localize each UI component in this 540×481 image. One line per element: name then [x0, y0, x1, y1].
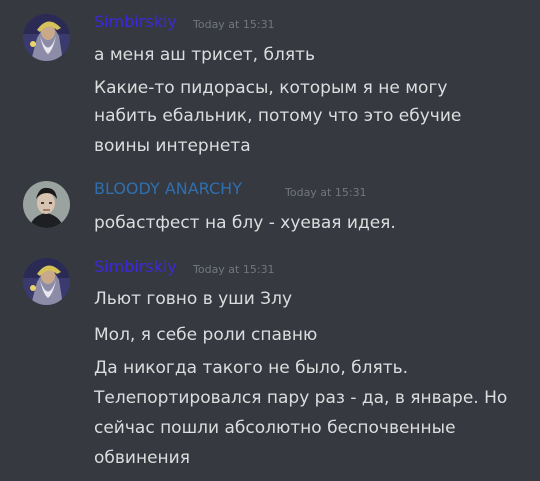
username[interactable]: Simbirskiy [94, 257, 177, 277]
username[interactable]: BLOODY ANARCHY [94, 179, 242, 199]
chat-messages: Simbirskiy Today at 15:31 а меня аш трис… [0, 0, 540, 481]
timestamp: Today at 15:31 [193, 263, 275, 276]
timestamp: Today at 15:31 [285, 186, 367, 199]
wizard-avatar-icon[interactable] [23, 258, 70, 305]
message-text: робастфест на блу - хуевая идея. [94, 213, 396, 233]
timestamp: Today at 15:31 [193, 18, 275, 31]
message-text: обвинения [94, 448, 190, 468]
message-text: воины интернета [94, 136, 251, 156]
message-text: Льют говно в уши Злу [94, 289, 293, 309]
message-text: Какие-то пидорасы, которым я не могу [94, 78, 448, 98]
wizard-avatar-icon[interactable] [23, 14, 70, 61]
message-text: набить ебальник, потому что это ебучие [94, 106, 462, 126]
message-text: Мол, я себе роли спавню [94, 325, 318, 345]
username[interactable]: Simbirskiy [94, 12, 177, 32]
message-text: сейчас пошли абсолютно беспочвенные [94, 418, 456, 438]
man-portrait-avatar-icon[interactable] [23, 181, 70, 228]
message-text: Телепортировался пару раз - да, в январе… [94, 388, 508, 408]
message-text: Да никогда такого не было, блять. [94, 358, 409, 378]
message-text: а меня аш трисет, блять [94, 45, 315, 65]
